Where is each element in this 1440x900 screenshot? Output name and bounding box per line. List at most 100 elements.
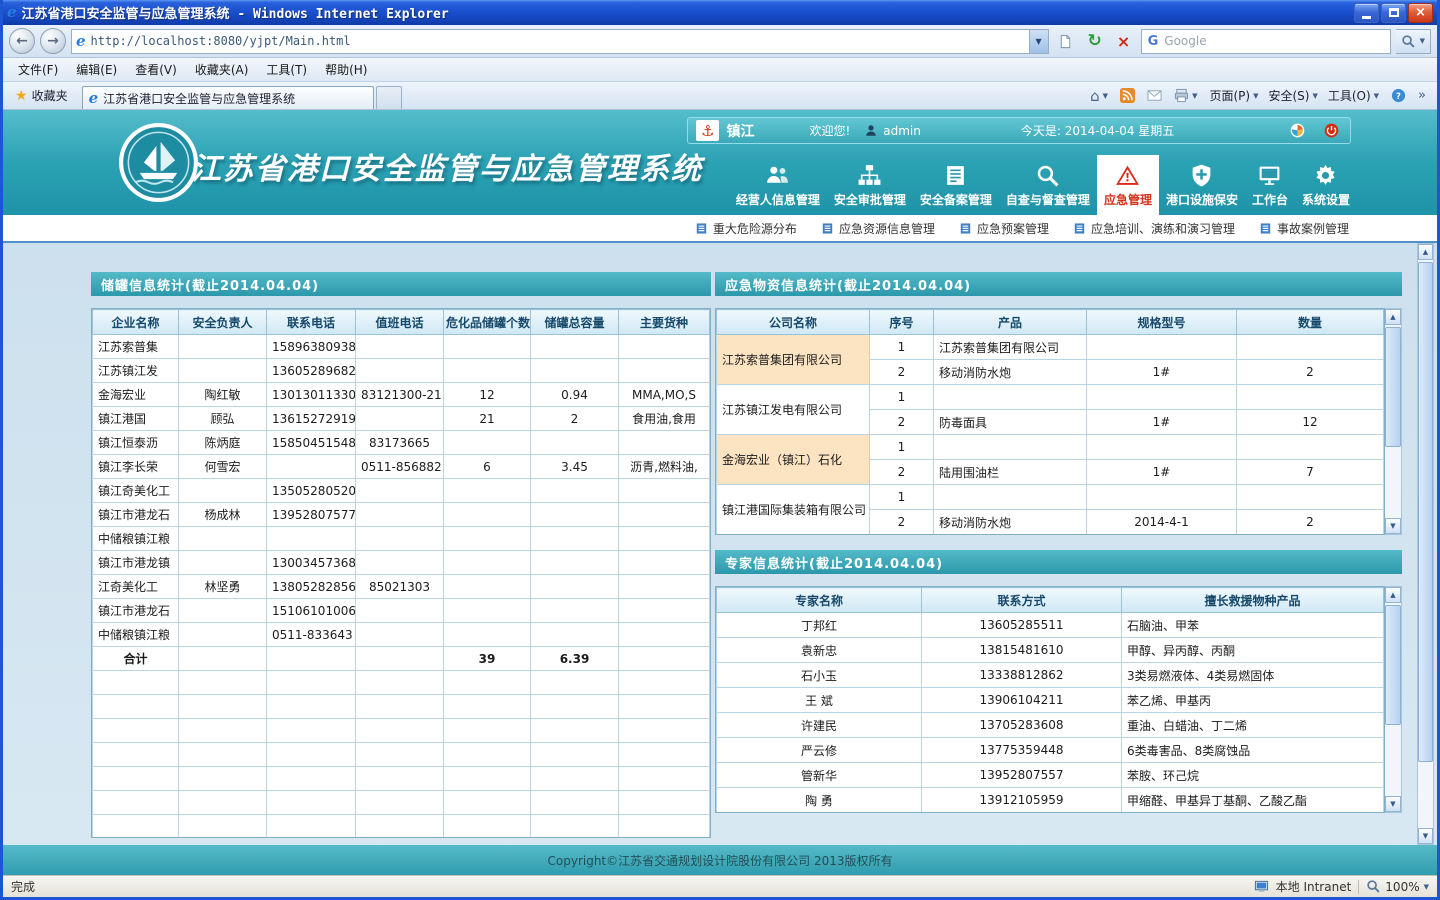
supplies-scrollbar[interactable]: ▲▼ [1385, 308, 1402, 535]
home-button[interactable]: ⌂▼ [1085, 85, 1113, 107]
address-bar[interactable]: e http://localhost:8080/yjpt/Main.html ▼ [71, 29, 1049, 54]
theme-button[interactable] [1286, 120, 1308, 142]
cell [356, 719, 444, 743]
zone-text: 本地 Intranet [1276, 878, 1352, 895]
logout-button[interactable] [1320, 120, 1342, 142]
cell [531, 575, 619, 599]
menu-item-2[interactable]: 编辑(E) [67, 57, 126, 82]
command-button-2[interactable]: 安全(S)▼ [1263, 85, 1322, 106]
favorites-bar: ★ 收藏夹 e 江苏省港口安全监管与应急管理系统 ⌂▼ ▼ 页面(P)▼安全(S… [3, 82, 1437, 110]
scroll-up-button[interactable]: ▲ [1385, 309, 1401, 325]
company-cell: 江苏镇江发电有限公司 [717, 385, 870, 435]
new-tab-stub[interactable] [376, 86, 402, 109]
expert-name-cell: 许建民 [717, 713, 922, 738]
stop-button[interactable]: × [1112, 29, 1136, 53]
nav-item-6[interactable]: 港口设施保安 [1159, 155, 1245, 215]
page-scrollbar[interactable]: ▲▼ [1417, 243, 1434, 845]
cell: 0.94 [531, 383, 619, 407]
page-favicon: e [76, 34, 86, 49]
tank-filler-row [93, 815, 710, 839]
tank-filler-row [93, 695, 710, 719]
help-button[interactable]: ? [1386, 86, 1411, 105]
favorites-button[interactable]: ★ 收藏夹 [7, 84, 76, 107]
subnav-item-1[interactable]: 重大危险源分布 [695, 220, 797, 237]
scroll-track[interactable] [1385, 325, 1401, 518]
scroll-up-button[interactable]: ▲ [1418, 244, 1433, 260]
cell: 镇江港国 [93, 407, 179, 431]
subnav-item-5[interactable]: 事故案例管理 [1259, 220, 1349, 237]
spec-cell: 1# [1087, 410, 1237, 435]
scroll-down-button[interactable]: ▼ [1385, 518, 1401, 534]
menu-item-5[interactable]: 工具(T) [257, 57, 316, 82]
command-label: 安全(S) [1268, 87, 1309, 104]
menu-item-6[interactable]: 帮助(H) [316, 57, 376, 82]
seq-cell: 2 [870, 460, 934, 485]
expert-skill-cell: 苯乙烯、甲基丙 [1122, 688, 1384, 713]
print-button[interactable]: ▼ [1169, 86, 1202, 105]
toolbar-overflow-chevron[interactable]: » [1413, 86, 1431, 105]
search-button[interactable] [1401, 34, 1416, 49]
cell: 合计 [93, 647, 179, 671]
expert-skill-cell: 6类毒害品、8类腐蚀品 [1122, 738, 1384, 763]
qty-cell: 2 [1237, 360, 1384, 385]
menu-item-1[interactable]: 文件(F) [9, 57, 67, 82]
cell: 13952807577 [267, 503, 356, 527]
subnav-label: 重大危险源分布 [713, 220, 797, 237]
subnav-label: 应急资源信息管理 [839, 220, 935, 237]
scroll-up-button[interactable]: ▲ [1385, 587, 1401, 603]
scroll-thumb[interactable] [1385, 605, 1401, 725]
cell [531, 503, 619, 527]
cell [267, 695, 356, 719]
nav-item-3[interactable]: 安全备案管理 [913, 155, 999, 215]
menu-item-4[interactable]: 收藏夹(A) [186, 57, 258, 82]
cell: 15896380938 [267, 335, 356, 359]
scroll-thumb[interactable] [1385, 327, 1401, 447]
maximize-button[interactable] [1381, 3, 1406, 23]
date-display: 今天是: 2014-04-04 星期五 [1021, 122, 1174, 139]
search-box[interactable]: G Google [1141, 29, 1391, 54]
search-options-dropdown[interactable]: ▼ [1420, 37, 1425, 45]
compatibility-view-button[interactable] [1054, 29, 1078, 53]
nav-item-8[interactable]: 系统设置 [1295, 155, 1357, 215]
cell [356, 767, 444, 791]
back-button[interactable]: ← [9, 28, 35, 54]
scroll-track[interactable] [1385, 603, 1401, 796]
scroll-track[interactable] [1418, 260, 1433, 828]
zoom-control[interactable]: 100% ▼ [1366, 879, 1429, 894]
subnav-item-4[interactable]: 应急培训、演练和演习管理 [1073, 220, 1235, 237]
menu-item-3[interactable]: 查看(V) [126, 57, 186, 82]
scroll-down-button[interactable]: ▼ [1418, 828, 1433, 844]
browser-tab[interactable]: e 江苏省港口安全监管与应急管理系统 [82, 86, 374, 109]
cell [356, 623, 444, 647]
refresh-button[interactable]: ↻ [1083, 29, 1107, 53]
address-dropdown[interactable]: ▼ [1029, 30, 1048, 53]
scroll-thumb[interactable] [1418, 262, 1433, 762]
nav-item-4[interactable]: 自查与督查管理 [999, 155, 1097, 215]
nav-item-2[interactable]: 安全审批管理 [827, 155, 913, 215]
column-header: 储罐总容量 [531, 310, 619, 335]
window-titlebar[interactable]: e 江苏省港口安全监管与应急管理系统 - Windows Internet Ex… [3, 0, 1437, 25]
city-name: 镇江 [726, 121, 754, 141]
supplies-header-row: 公司名称序号产品规格型号数量 [717, 310, 1384, 335]
command-button-1[interactable]: 页面(P)▼ [1204, 85, 1263, 106]
subnav-item-2[interactable]: 应急资源信息管理 [821, 220, 935, 237]
feeds-button[interactable] [1115, 86, 1140, 105]
command-button-3[interactable]: 工具(O)▼ [1323, 85, 1384, 106]
nav-item-7[interactable]: 工作台 [1245, 155, 1295, 215]
close-button[interactable]: × [1408, 3, 1433, 23]
scroll-down-button[interactable]: ▼ [1385, 796, 1401, 812]
tank-stats-panel: 储罐信息统计(截止2014.04.04) 企业名称安全负责人联系电话值班电话危化… [91, 272, 711, 838]
minimize-button[interactable] [1354, 3, 1379, 23]
username: admin [883, 124, 921, 138]
people-icon [765, 163, 790, 188]
url-text[interactable]: http://localhost:8080/yjpt/Main.html [91, 34, 1024, 48]
forward-button[interactable]: → [40, 28, 66, 54]
cell: 镇江恒泰沥 [93, 431, 179, 455]
experts-scrollbar[interactable]: ▲▼ [1385, 586, 1402, 813]
subnav-item-3[interactable]: 应急预案管理 [959, 220, 1049, 237]
search-input[interactable]: Google [1164, 34, 1206, 48]
nav-item-1[interactable]: 经营人信息管理 [729, 155, 827, 215]
read-mail-button[interactable] [1142, 86, 1167, 105]
cell [444, 503, 531, 527]
nav-item-5[interactable]: 应急管理 [1097, 155, 1159, 215]
